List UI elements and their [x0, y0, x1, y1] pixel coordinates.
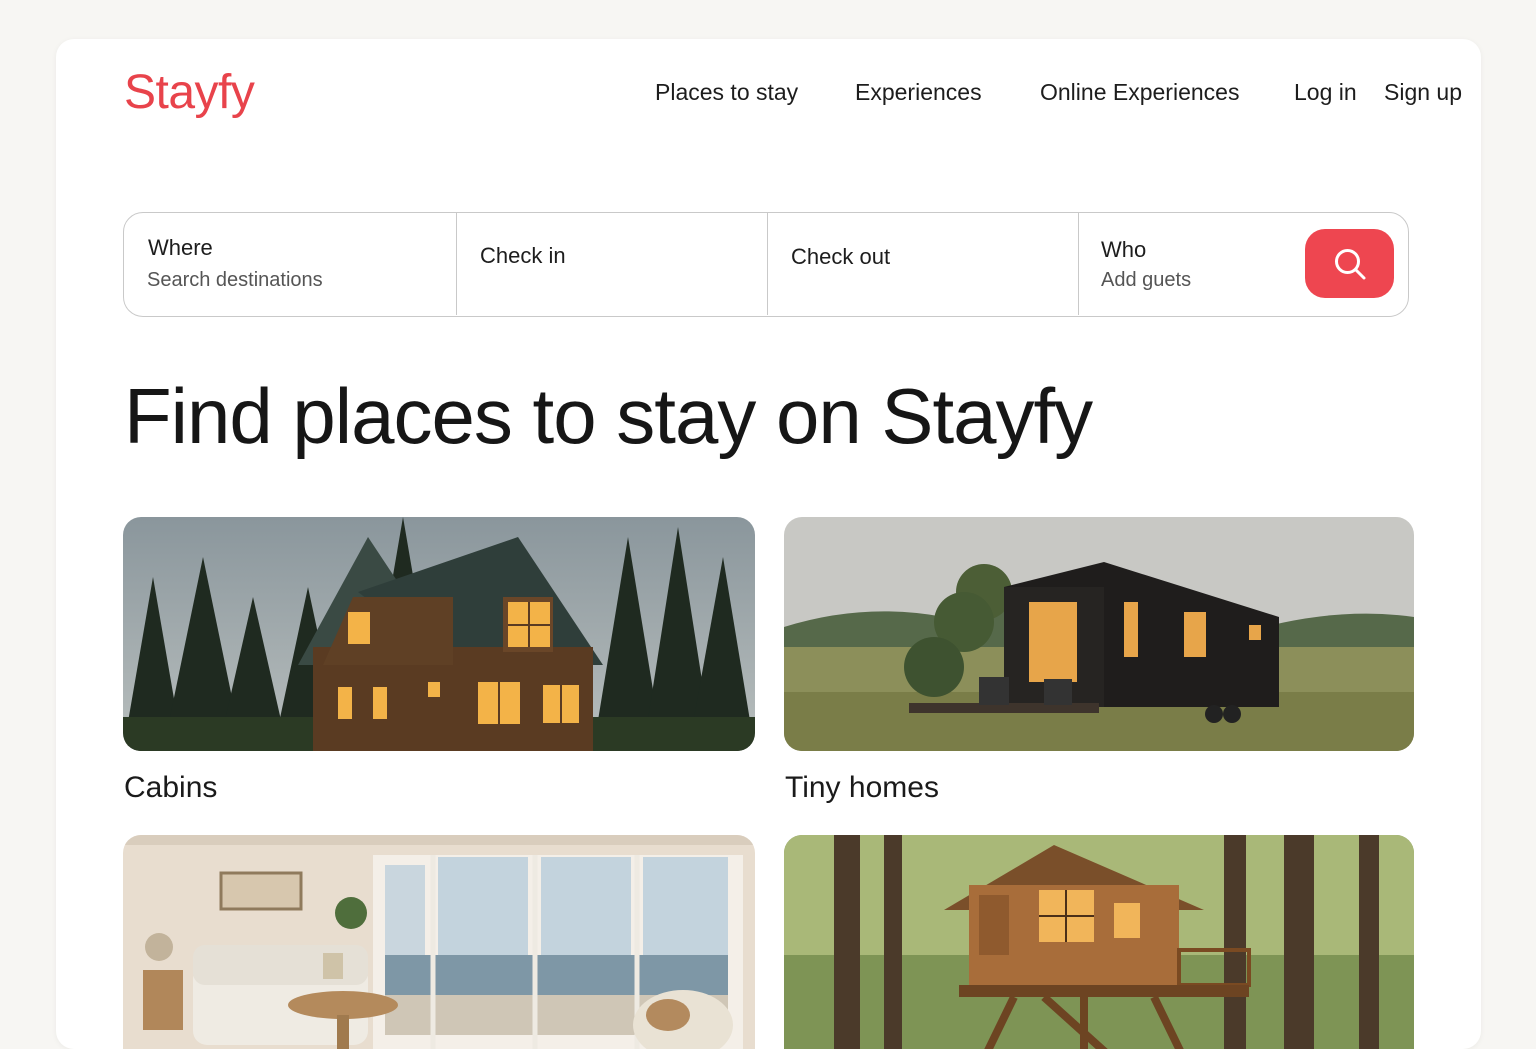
nav-sign-up[interactable]: Sign up: [1384, 79, 1462, 109]
who-placeholder: Add guets: [1101, 269, 1192, 291]
search-bar: Where Search destinations Check in Check…: [123, 212, 1409, 317]
where-label: Where: [148, 235, 213, 260]
check-out-field[interactable]: Check out: [767, 213, 1078, 315]
nav-experiences[interactable]: Experiences: [855, 79, 982, 109]
nav-online-experiences[interactable]: Online Experiences: [1040, 79, 1239, 109]
nav-places-to-stay[interactable]: Places to stay: [655, 79, 798, 109]
living-room-image: [123, 835, 755, 1049]
category-card-tiny-homes[interactable]: [784, 517, 1414, 751]
category-card-treehouses[interactable]: [784, 835, 1414, 1049]
check-in-field[interactable]: Check in: [456, 213, 767, 315]
check-out-label: Check out: [791, 244, 891, 269]
treehouse-image: [784, 835, 1414, 1049]
category-card-beach-house[interactable]: [123, 835, 755, 1049]
stayfy-logo[interactable]: Stayfy: [124, 65, 255, 120]
nav-log-in[interactable]: Log in: [1294, 79, 1357, 109]
category-card-cabins[interactable]: [123, 517, 755, 751]
page-card: Stayfy Places to stay Experiences Online…: [56, 39, 1481, 1049]
where-placeholder: Search destinations: [147, 269, 323, 291]
category-label-cabins[interactable]: Cabins: [124, 771, 217, 805]
page-headline: Find places to stay on Stayfy: [124, 372, 1093, 460]
who-label: Who: [1101, 237, 1147, 262]
tiny-home-image: [784, 517, 1414, 751]
where-field[interactable]: Where Search destinations: [124, 213, 456, 315]
cabin-image: [123, 517, 755, 751]
check-in-label: Check in: [480, 243, 566, 268]
who-field[interactable]: Who Add guets: [1078, 213, 1298, 315]
category-label-tiny-homes[interactable]: Tiny homes: [785, 771, 939, 805]
search-button[interactable]: [1305, 229, 1394, 298]
